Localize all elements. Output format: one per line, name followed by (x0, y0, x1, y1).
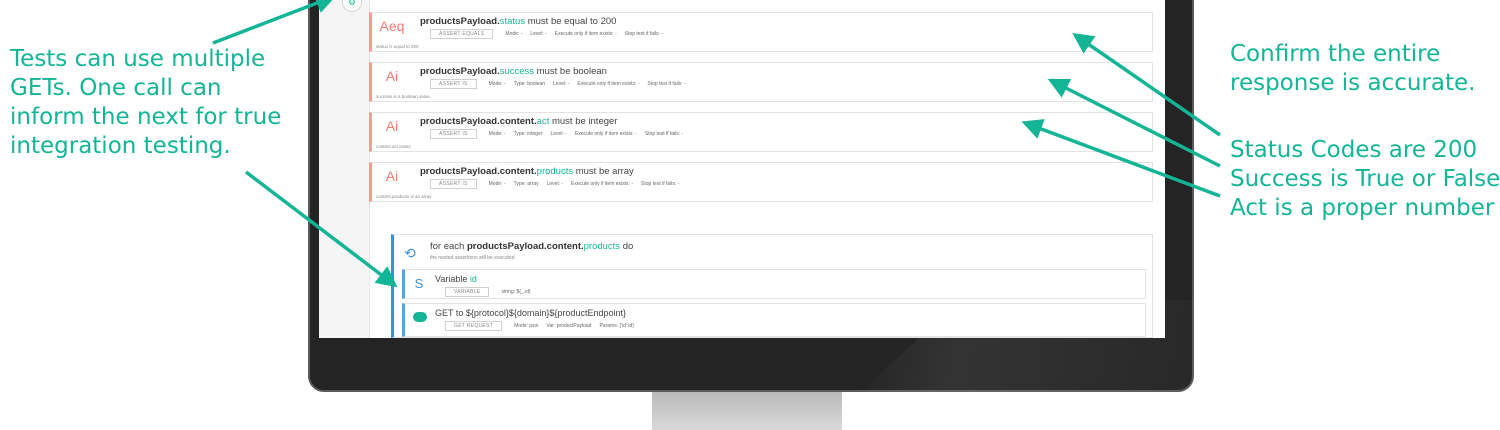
variable-title: Variable id (435, 274, 477, 284)
assertion-meta: ASSERT IS Mode: - Type: array Level: - Execu… (430, 179, 687, 189)
get-request-meta: GET REQUEST Mode: json Var: productPayload… (445, 321, 642, 331)
step-icon[interactable]: ⚙ (342, 0, 362, 12)
assertion-note: success is a boolean value (376, 94, 430, 99)
assertion-note: status is equal to 200 (376, 44, 419, 49)
annotation-status: Status Codes are 200 Success is True or … (1230, 137, 1500, 221)
cloud-download-icon (413, 312, 427, 322)
assertion-note: content.products is an array (376, 194, 432, 199)
assertion-card-status[interactable]: Aeq productsPayload.status must be equal… (369, 12, 1153, 52)
assert-badge: Ai (385, 68, 399, 84)
assertion-card-act[interactable]: Ai productsPayload.content.act must be i… (369, 112, 1153, 152)
monitor-stand (652, 390, 842, 430)
variable-badge: S (414, 276, 424, 291)
assertion-meta: ASSERT IS Mode: - Type: integer Level: - Exe… (430, 129, 691, 139)
assertion-note: content.act exists (376, 144, 411, 149)
foreach-title: for each productsPayload.content.product… (430, 241, 634, 252)
assertion-title: productsPayload.content.products must be… (420, 166, 634, 177)
assertion-title: productsPayload.content.act must be inte… (420, 116, 618, 127)
left-rail: ⚙ (319, 0, 370, 338)
repeat-icon: ⟲ (404, 245, 416, 261)
foreach-block[interactable]: ⟲ for each productsPayload.content.produ… (391, 234, 1153, 338)
annotation-integration: Tests can use multiple GETs. One call ca… (10, 46, 282, 159)
assertion-card-success[interactable]: Ai productsPayload.success must be boole… (369, 62, 1153, 102)
assertion-title: productsPayload.status must be equal to … (420, 16, 617, 27)
get-request-title: GET to ${protocol}${domain}${productEndp… (435, 308, 626, 318)
assertion-meta: ASSERT EQUALS Mode: - Level: - Execute only… (430, 29, 671, 39)
assert-badge: Ai (385, 118, 399, 134)
assert-badge: Ai (385, 168, 399, 184)
variable-meta: VARIABLE string: ${_.id} (445, 287, 539, 297)
annotation-confirm: Confirm the entire response is accurate. (1230, 41, 1476, 96)
assertion-meta: ASSERT IS Mode: - Type: boolean Level: - Exe… (430, 79, 694, 89)
variable-step[interactable]: S Variable id VARIABLE string: ${_.id} (402, 269, 1146, 299)
assertion-title: productsPayload.success must be boolean (420, 66, 607, 77)
get-request-step[interactable]: GET to ${protocol}${domain}${productEndp… (402, 303, 1146, 337)
assertion-card-products[interactable]: Ai productsPayload.content.products must… (369, 162, 1153, 202)
app-screen: ⚙ Aeq productsPayload.status must be equ… (319, 0, 1165, 338)
foreach-description: the nested assertions will be executed (430, 255, 515, 261)
assert-badge: Aeq (379, 18, 405, 34)
